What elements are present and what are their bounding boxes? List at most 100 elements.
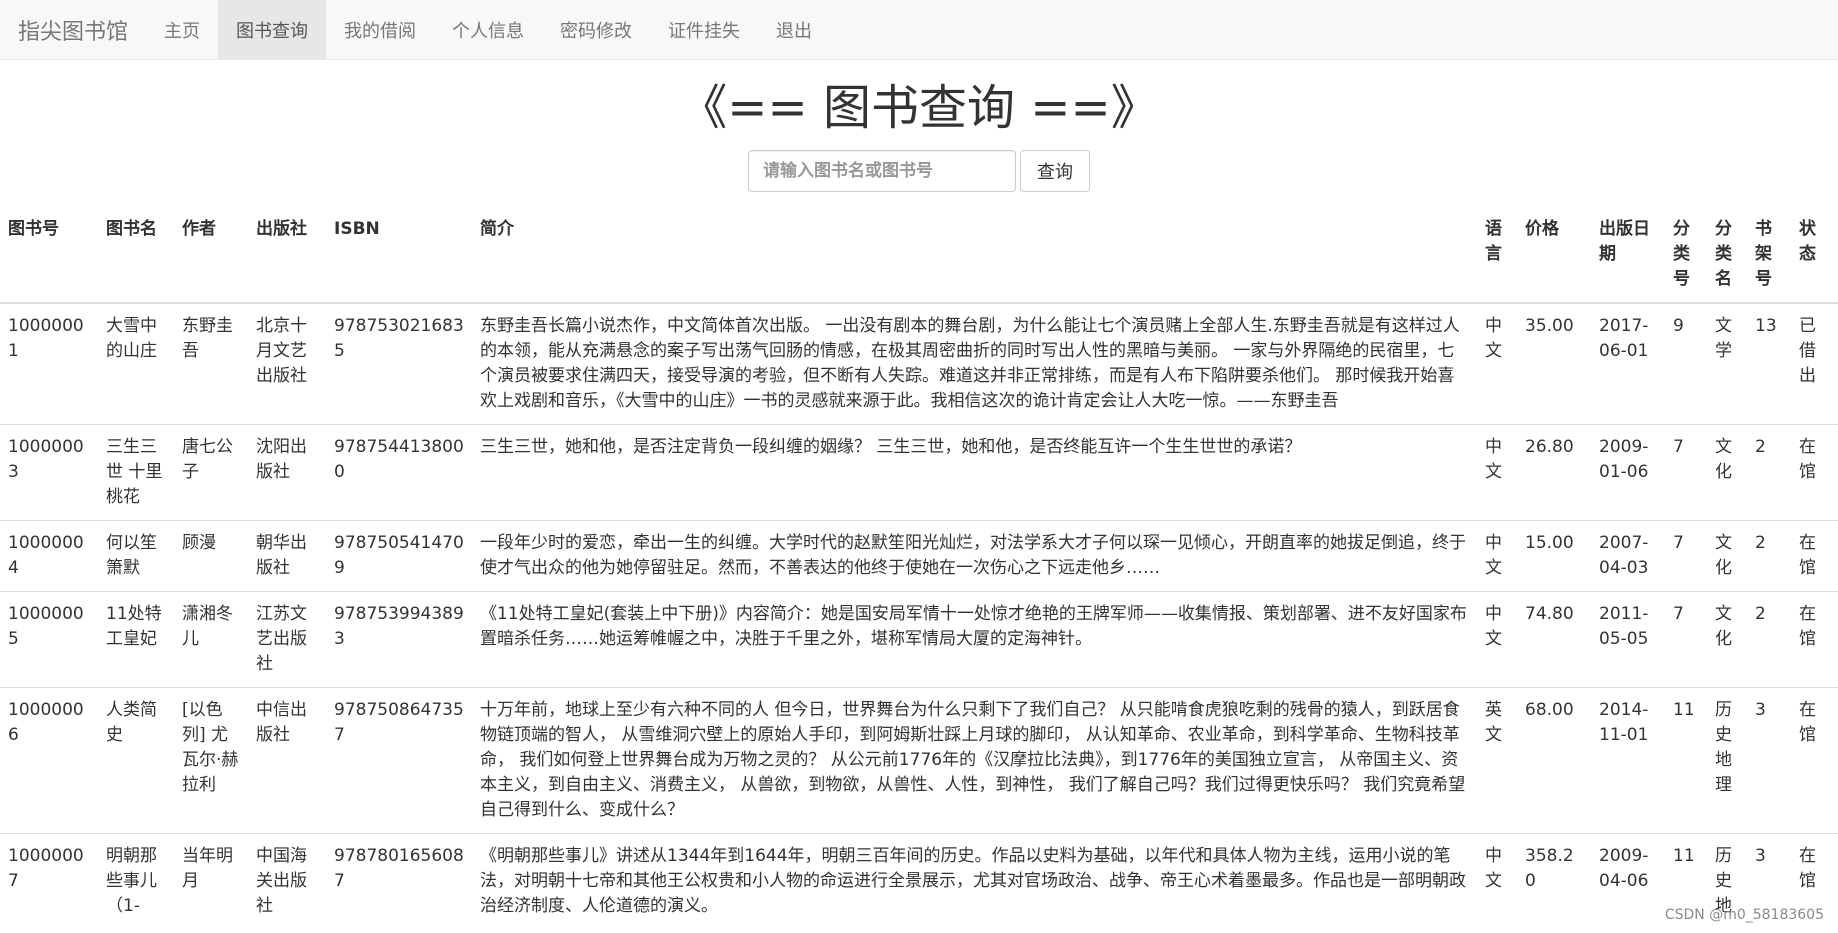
cell-author: [以色列] 尤瓦尔·赫拉利 bbox=[174, 687, 248, 834]
cell-book-title: 明朝那些事儿（1- bbox=[98, 833, 174, 929]
cell-summary: 十万年前，地球上至少有六种不同的人 但今日，世界舞台为什么只剩下了我们自己？ 从… bbox=[472, 687, 1477, 834]
table-row: 10000007 明朝那些事儿（1- 当年明月 中国海关出版社 978780165608… bbox=[0, 833, 1838, 929]
cell-language: 英文 bbox=[1477, 687, 1517, 834]
cell-status: 在馆 bbox=[1791, 520, 1838, 592]
cell-publisher: 中信出版社 bbox=[248, 687, 326, 834]
cell-shelf-id: 2 bbox=[1747, 424, 1791, 521]
search-bar: 查询 bbox=[0, 148, 1838, 194]
cell-publish-date: 2014-11-01 bbox=[1591, 687, 1665, 834]
cell-category-name: 文化 bbox=[1707, 424, 1747, 521]
column-header-shelf-id: 书架号 bbox=[1747, 206, 1791, 304]
cell-isbn: 9787505414709 bbox=[326, 520, 472, 592]
book-table: 图书号 图书名 作者 出版社 ISBN 简介 语言 价格 出版日期 分类号 分类名 书架号 状态 100… bbox=[0, 206, 1838, 929]
brand-logo[interactable]: 指尖图书馆 bbox=[0, 0, 146, 59]
cell-publish-date: 2009-04-06 bbox=[1591, 833, 1665, 929]
cell-status: 在馆 bbox=[1791, 687, 1838, 834]
column-header-publish-date: 出版日期 bbox=[1591, 206, 1665, 304]
column-header-category-name: 分类名 bbox=[1707, 206, 1747, 304]
cell-summary: 《明朝那些事儿》讲述从1344年到1644年，明朝三百年间的历史。作品以史料为基… bbox=[472, 833, 1477, 929]
cell-status: 已借出 bbox=[1791, 302, 1838, 425]
nav-personal-info[interactable]: 个人信息 bbox=[434, 0, 542, 59]
watermark: CSDN @m0_58183605 bbox=[1664, 907, 1824, 923]
column-header-isbn: ISBN bbox=[326, 206, 472, 304]
cell-publish-date: 2009-01-06 bbox=[1591, 424, 1665, 521]
nav-logout[interactable]: 退出 bbox=[758, 0, 830, 59]
cell-publisher: 江苏文艺出版社 bbox=[248, 591, 326, 688]
cell-book-title: 何以笙箫默 bbox=[98, 520, 174, 592]
column-header-summary: 简介 bbox=[472, 206, 1477, 304]
nav-report-lost-card[interactable]: 证件挂失 bbox=[650, 0, 758, 59]
cell-category-id: 9 bbox=[1665, 302, 1707, 425]
cell-book-title: 大雪中的山庄 bbox=[98, 302, 174, 425]
table-row: 10000005 11处特工皇妃 潇湘冬儿 江苏文艺出版社 9787539943893 《… bbox=[0, 591, 1838, 688]
cell-book-id: 10000006 bbox=[0, 687, 98, 834]
search-input[interactable] bbox=[748, 150, 1016, 192]
cell-price: 68.00 bbox=[1517, 687, 1591, 834]
cell-category-id: 7 bbox=[1665, 591, 1707, 688]
cell-shelf-id: 3 bbox=[1747, 687, 1791, 834]
cell-author: 潇湘冬儿 bbox=[174, 591, 248, 688]
column-header-language: 语言 bbox=[1477, 206, 1517, 304]
cell-isbn: 9787539943893 bbox=[326, 591, 472, 688]
column-header-author: 作者 bbox=[174, 206, 248, 304]
cell-category-id: 11 bbox=[1665, 687, 1707, 834]
nav-home[interactable]: 主页 bbox=[146, 0, 218, 59]
cell-summary: 《11处特工皇妃(套装上中下册)》内容简介：她是国安局军情十一处惊才绝艳的王牌军… bbox=[472, 591, 1477, 688]
cell-isbn: 9787544138000 bbox=[326, 424, 472, 521]
cell-book-id: 10000005 bbox=[0, 591, 98, 688]
cell-isbn: 9787801656087 bbox=[326, 833, 472, 929]
cell-shelf-id: 2 bbox=[1747, 520, 1791, 592]
cell-language: 中文 bbox=[1477, 520, 1517, 592]
cell-summary: 东野圭吾长篇小说杰作，中文简体首次出版。 一出没有剧本的舞台剧，为什么能让七个演… bbox=[472, 302, 1477, 425]
column-header-book-id: 图书号 bbox=[0, 206, 98, 304]
cell-book-id: 10000004 bbox=[0, 520, 98, 592]
search-button[interactable]: 查询 bbox=[1020, 150, 1090, 192]
table-row: 10000001 大雪中的山庄 东野圭吾 北京十月文艺出版社 9787530216835… bbox=[0, 302, 1838, 425]
cell-book-id: 10000007 bbox=[0, 833, 98, 929]
nav-my-borrows[interactable]: 我的借阅 bbox=[326, 0, 434, 59]
nav-change-password[interactable]: 密码修改 bbox=[542, 0, 650, 59]
cell-publisher: 北京十月文艺出版社 bbox=[248, 302, 326, 425]
column-header-book-title: 图书名 bbox=[98, 206, 174, 304]
cell-status: 在馆 bbox=[1791, 424, 1838, 521]
cell-summary: 三生三世，她和他，是否注定背负一段纠缠的姻缘？ 三生三世，她和他，是否终能互许一… bbox=[472, 424, 1477, 521]
column-header-price: 价格 bbox=[1517, 206, 1591, 304]
table-row: 10000004 何以笙箫默 顾漫 朝华出版社 9787505414709 一段年少时的爱… bbox=[0, 520, 1838, 592]
cell-category-name: 文化 bbox=[1707, 591, 1747, 688]
cell-author: 顾漫 bbox=[174, 520, 248, 592]
column-header-status: 状态 bbox=[1791, 206, 1838, 304]
cell-publisher: 中国海关出版社 bbox=[248, 833, 326, 929]
page-title: 《== 图书查询 ==》 bbox=[679, 80, 1159, 136]
cell-book-title: 人类简史 bbox=[98, 687, 174, 834]
cell-book-id: 10000003 bbox=[0, 424, 98, 521]
cell-category-id: 7 bbox=[1665, 520, 1707, 592]
cell-language: 中文 bbox=[1477, 424, 1517, 521]
cell-summary: 一段年少时的爱恋，牵出一生的纠缠。大学时代的赵默笙阳光灿烂，对法学系大才子何以琛… bbox=[472, 520, 1477, 592]
cell-status: 在馆 bbox=[1791, 591, 1838, 688]
cell-price: 74.80 bbox=[1517, 591, 1591, 688]
cell-publisher: 沈阳出版社 bbox=[248, 424, 326, 521]
cell-category-id: 7 bbox=[1665, 424, 1707, 521]
cell-publish-date: 2017-06-01 bbox=[1591, 302, 1665, 425]
cell-price: 15.00 bbox=[1517, 520, 1591, 592]
cell-language: 中文 bbox=[1477, 591, 1517, 688]
cell-isbn: 9787508647357 bbox=[326, 687, 472, 834]
cell-book-title: 11处特工皇妃 bbox=[98, 591, 174, 688]
table-row: 10000006 人类简史 [以色列] 尤瓦尔·赫拉利 中信出版社 9787508647… bbox=[0, 687, 1838, 834]
column-header-category-id: 分类号 bbox=[1665, 206, 1707, 304]
cell-isbn: 9787530216835 bbox=[326, 302, 472, 425]
cell-category-name: 历史地理 bbox=[1707, 687, 1747, 834]
top-navbar: 指尖图书馆 主页 图书查询 我的借阅 个人信息 密码修改 证件挂失 退出 bbox=[0, 0, 1838, 60]
cell-price: 26.80 bbox=[1517, 424, 1591, 521]
cell-shelf-id: 13 bbox=[1747, 302, 1791, 425]
cell-shelf-id: 2 bbox=[1747, 591, 1791, 688]
cell-author: 东野圭吾 bbox=[174, 302, 248, 425]
cell-language: 中文 bbox=[1477, 833, 1517, 929]
cell-price: 358.20 bbox=[1517, 833, 1591, 929]
cell-book-title: 三生三世 十里桃花 bbox=[98, 424, 174, 521]
cell-publisher: 朝华出版社 bbox=[248, 520, 326, 592]
cell-category-name: 文学 bbox=[1707, 302, 1747, 425]
cell-publish-date: 2011-05-05 bbox=[1591, 591, 1665, 688]
table-header-row: 图书号 图书名 作者 出版社 ISBN 简介 语言 价格 出版日期 分类号 分类名 书架号 状态 bbox=[0, 206, 1838, 304]
nav-book-search[interactable]: 图书查询 bbox=[218, 0, 327, 59]
